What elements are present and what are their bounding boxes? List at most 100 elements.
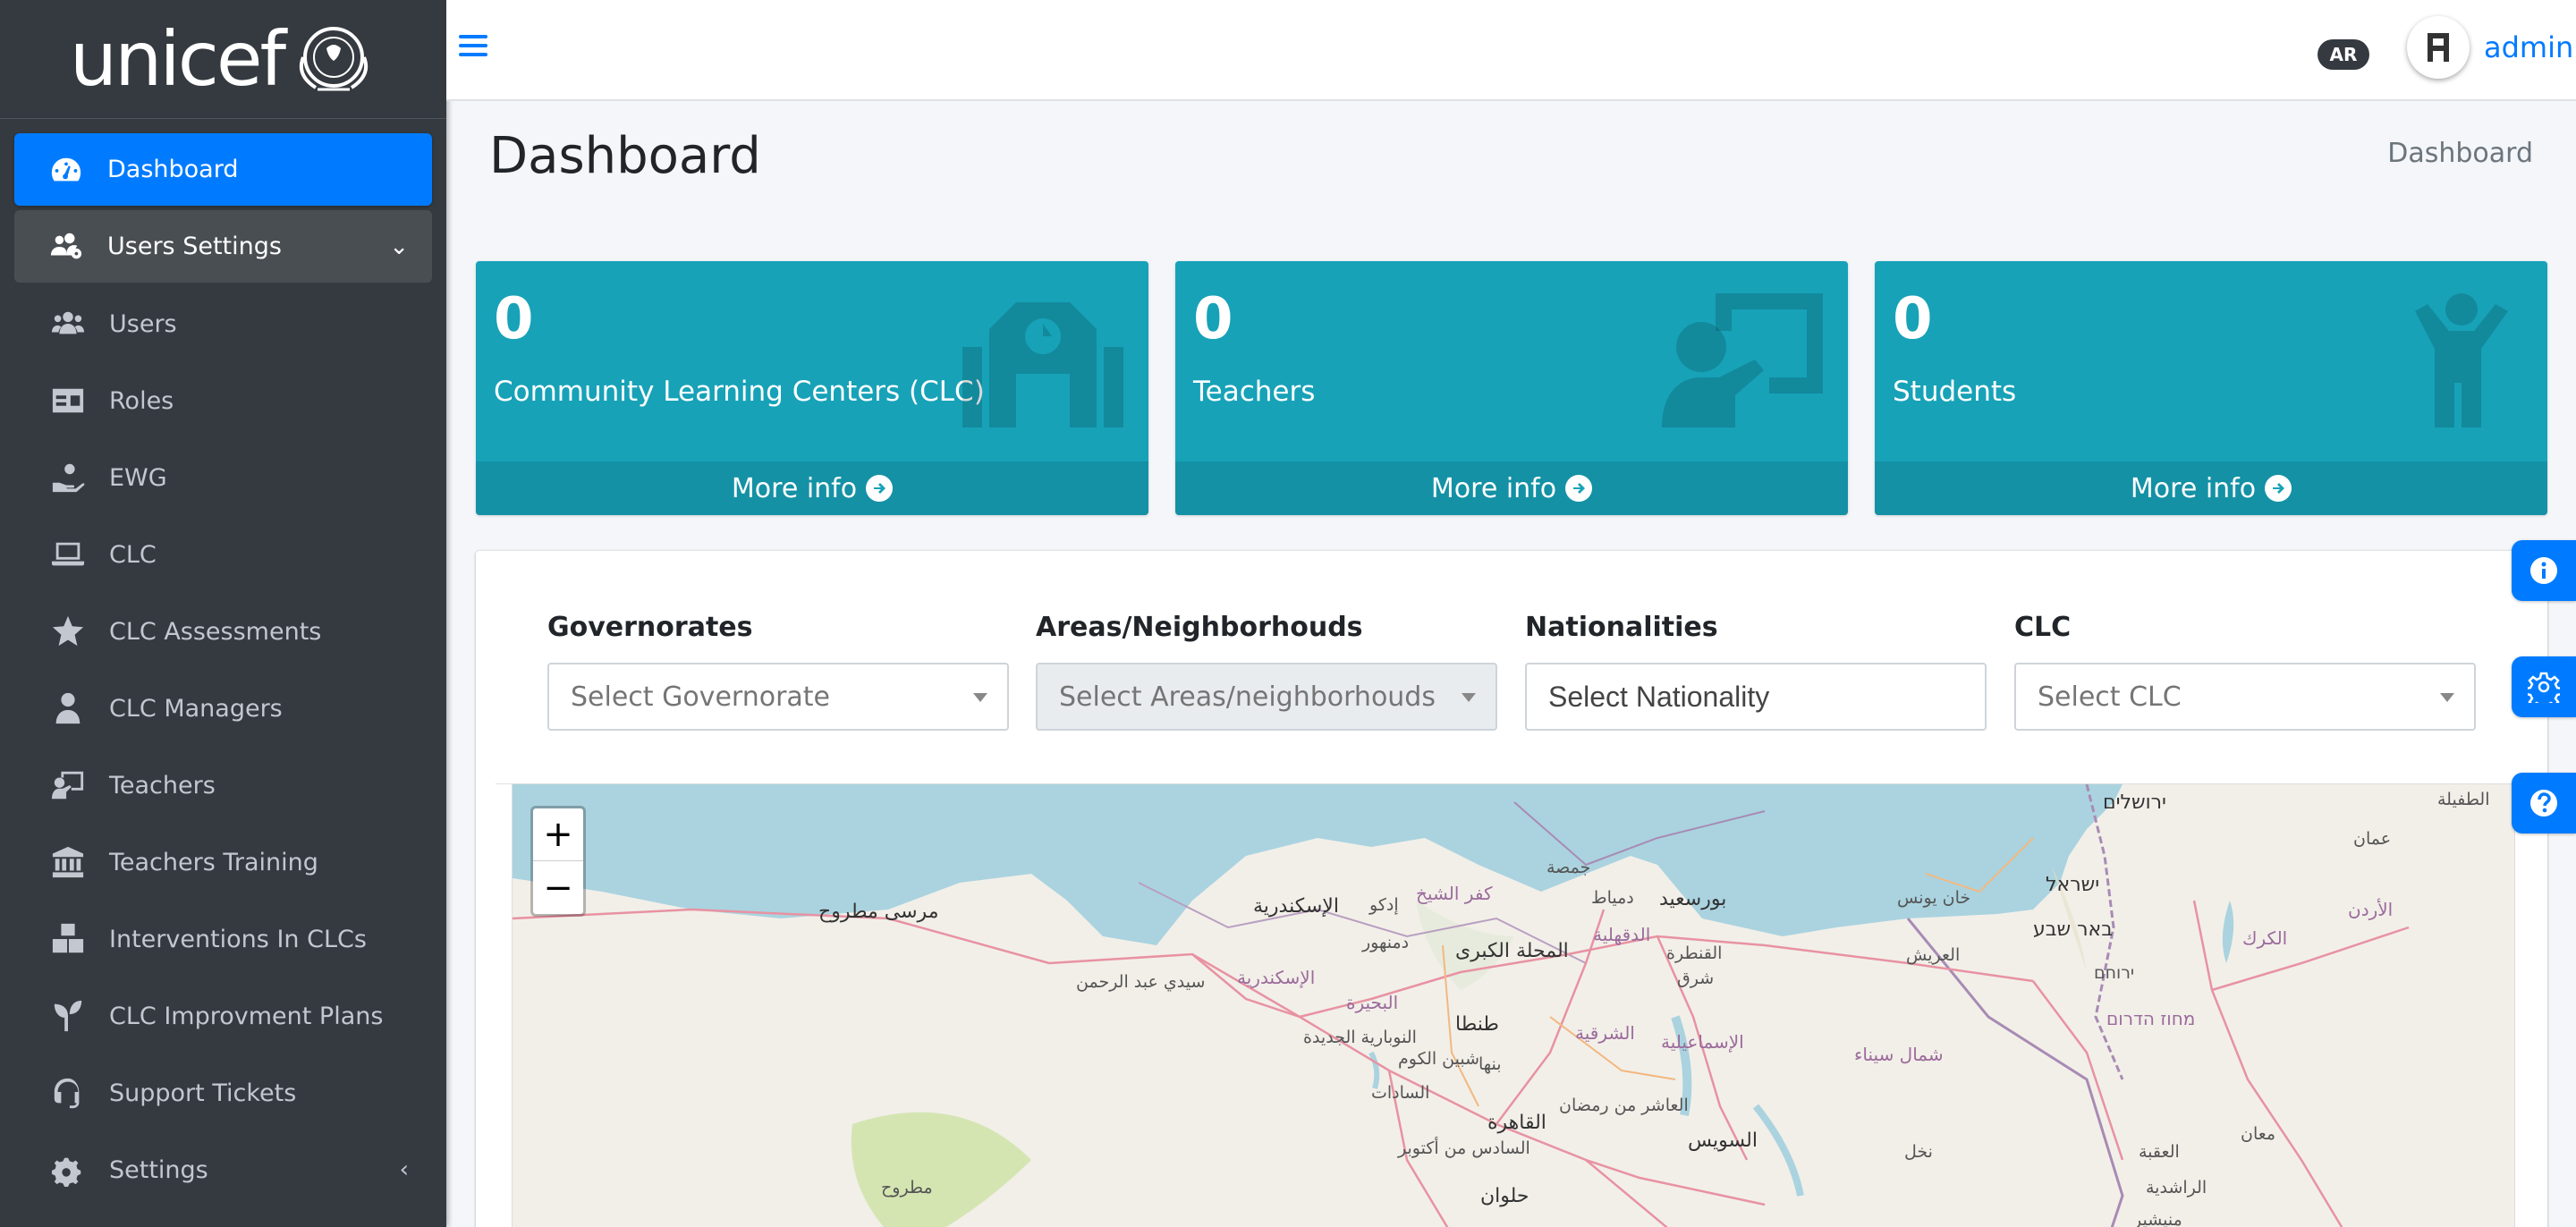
- governorate-filter: Governorates Select Governorate: [547, 612, 1009, 731]
- sidebar-item-users-settings[interactable]: Users Settings ⌄: [14, 210, 432, 283]
- map-label: الشرقية: [1575, 1022, 1635, 1044]
- map-label: خان يونس: [1897, 888, 1971, 908]
- stat-count: 0: [494, 286, 534, 352]
- stat-count: 0: [1193, 286, 1233, 352]
- sidebar-item-ewg[interactable]: EWG: [14, 441, 432, 514]
- map-label: العقبة: [2139, 1142, 2180, 1162]
- breadcrumb[interactable]: Dashboard: [2387, 138, 2533, 169]
- map-label: إدكو: [1369, 895, 1399, 915]
- sidebar-item-dashboard[interactable]: Dashboard: [14, 133, 432, 206]
- more-info-link[interactable]: More info: [1175, 461, 1848, 515]
- map-label: מחוז הדרום: [2106, 1008, 2196, 1029]
- clc-select[interactable]: Select CLC: [2014, 663, 2476, 731]
- brand[interactable]: unicef: [0, 0, 446, 119]
- map-label: الإسماعيلية: [1661, 1031, 1744, 1053]
- stat-count: 0: [1893, 286, 1933, 352]
- sidebar-item-label: Support Tickets: [109, 1079, 297, 1107]
- map-label: حلوان: [1480, 1185, 1530, 1207]
- more-info-link[interactable]: More info: [1875, 461, 2547, 515]
- map-label: الكرك: [2242, 927, 2288, 949]
- settings-tab[interactable]: [2512, 656, 2576, 717]
- sidebar-item-label: EWG: [109, 463, 167, 492]
- nationality-placeholder: Select Nationality: [1548, 680, 1770, 713]
- tachometer-icon: [47, 152, 86, 188]
- areas-select[interactable]: Select Areas/neighborhouds: [1036, 663, 1497, 731]
- user-tie-icon: [48, 690, 88, 726]
- info-tab[interactable]: [2512, 540, 2576, 601]
- more-info-label: More info: [731, 472, 858, 504]
- seedling-icon: [48, 998, 88, 1034]
- caret-down-icon: [2440, 693, 2454, 702]
- map-label: كفر الشيخ: [1416, 883, 1493, 904]
- hand-holding-icon: [48, 460, 88, 495]
- sidebar-item-label: Interventions In CLCs: [109, 925, 367, 953]
- caret-down-icon: [1462, 693, 1476, 702]
- page-title: Dashboard: [489, 127, 761, 185]
- sidebar: unicef Dashboard Users Settings ⌄ Users …: [0, 0, 446, 1227]
- cogs-icon: [48, 1152, 88, 1188]
- map-label: مرسى مطروح: [818, 901, 939, 923]
- map-label: الدقهلية: [1593, 924, 1651, 945]
- zoom-in-button[interactable]: +: [533, 808, 583, 861]
- sidebar-item-teachers[interactable]: Teachers: [14, 749, 432, 822]
- sidebar-item-clc[interactable]: CLC: [14, 518, 432, 591]
- sidebar-item-users[interactable]: Users: [14, 287, 432, 360]
- sidebar-item-label: Dashboard: [107, 156, 239, 183]
- map-label: الأردن: [2348, 899, 2394, 920]
- sidebar-item-support-tickets[interactable]: Support Tickets: [14, 1056, 432, 1130]
- chevron-left-icon: ‹: [399, 1156, 409, 1183]
- sidebar-item-label: Users Settings: [107, 233, 282, 260]
- map-label: جمصة: [1546, 858, 1591, 877]
- map-label: دمنهور: [1362, 933, 1410, 952]
- avatar[interactable]: [2407, 16, 2470, 79]
- menu-toggle-icon[interactable]: [459, 32, 487, 59]
- sidebar-item-interventions[interactable]: Interventions In CLCs: [14, 902, 432, 976]
- map-label: الإسكندرية: [1237, 967, 1316, 988]
- unicef-emblem-icon: [300, 27, 369, 91]
- map-tiles: [513, 784, 2410, 1227]
- map-label: منيشير: [2133, 1210, 2182, 1227]
- more-info-link[interactable]: More info: [476, 461, 1148, 515]
- sidebar-item-label: CLC: [109, 540, 157, 569]
- nationality-filter: Nationalities Select Nationality: [1525, 612, 1987, 731]
- map-label: الإسكندرية: [1253, 895, 1339, 918]
- clc-placeholder: Select CLC: [2038, 681, 2182, 713]
- chalkboard-teacher-icon: [48, 767, 88, 803]
- gear-icon: [2528, 672, 2560, 703]
- sidebar-item-clc-assessments[interactable]: CLC Assessments: [14, 595, 432, 668]
- user-menu-name[interactable]: admin: [2484, 30, 2573, 64]
- star-icon: [48, 614, 88, 649]
- nationality-select[interactable]: Select Nationality: [1525, 663, 1987, 731]
- boxes-icon: [48, 921, 88, 957]
- map-label: العريش: [1906, 945, 1961, 965]
- map-label: القنطرة: [1666, 944, 1723, 963]
- sidebar-item-clc-managers[interactable]: CLC Managers: [14, 672, 432, 745]
- sidebar-item-settings[interactable]: Settings ‹: [14, 1133, 432, 1206]
- map-label: طنطا: [1455, 1013, 1499, 1036]
- map-label: دمياط: [1591, 888, 1634, 908]
- sidebar-item-improvement-plans[interactable]: CLC Improvment Plans: [14, 979, 432, 1053]
- governorate-select[interactable]: Select Governorate: [547, 663, 1009, 731]
- stat-label: Community Learning Centers (CLC): [494, 376, 985, 408]
- map[interactable]: + − ירושלים مرسى مطروح الإسكندرية إدكو ك…: [512, 783, 2515, 1227]
- university-icon: [48, 844, 88, 880]
- map-label: سيدي عبد الرحمن: [1076, 972, 1206, 992]
- map-label: البحيرة: [1346, 992, 1399, 1013]
- governorate-placeholder: Select Governorate: [571, 681, 831, 713]
- child-icon: [2361, 293, 2522, 427]
- language-switch[interactable]: AR: [2318, 39, 2369, 70]
- sidebar-item-roles[interactable]: Roles: [14, 364, 432, 437]
- arrow-circle-right-icon: [2265, 475, 2292, 502]
- areas-filter: Areas/Neighborhouds Select Areas/neighbo…: [1036, 612, 1497, 731]
- sidebar-item-teachers-training[interactable]: Teachers Training: [14, 825, 432, 899]
- map-label: المحلة الكبرى: [1455, 940, 1569, 962]
- help-tab[interactable]: [2512, 773, 2576, 834]
- sidebar-item-label: CLC Improvment Plans: [109, 1002, 384, 1030]
- zoom-out-button[interactable]: −: [533, 861, 583, 914]
- map-label: شرق: [1677, 969, 1715, 988]
- areas-placeholder: Select Areas/neighborhouds: [1059, 681, 1436, 713]
- map-label: السادس من أكتوبر: [1398, 1138, 1530, 1158]
- chalkboard-teacher-icon: [1662, 293, 1823, 427]
- sidebar-item-label: Teachers: [109, 771, 216, 800]
- map-label: العاشر من رمضان: [1559, 1096, 1689, 1115]
